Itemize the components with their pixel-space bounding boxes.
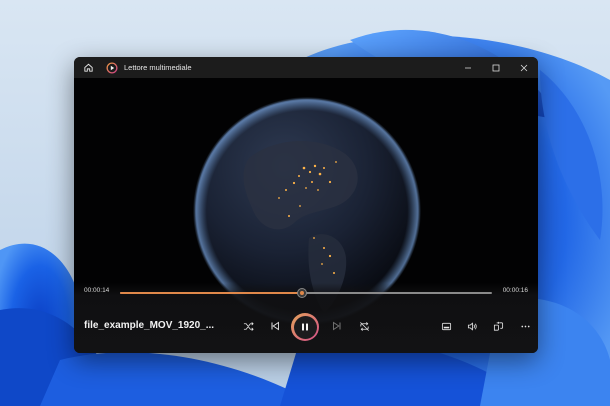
home-button[interactable]: [79, 59, 97, 77]
seek-bar[interactable]: [120, 288, 492, 298]
previous-button[interactable]: [267, 318, 283, 334]
next-icon: [333, 321, 341, 331]
miniplayer-icon: [441, 322, 451, 330]
close-button[interactable]: [510, 57, 538, 78]
home-icon: [83, 63, 93, 72]
more-options-icon: [520, 325, 530, 327]
repeat-off-icon: [359, 321, 369, 331]
title-bar: Lettore multimediale: [74, 57, 538, 78]
maximize-button[interactable]: [482, 57, 510, 78]
maximize-icon: [492, 64, 500, 71]
window-controls: [454, 57, 538, 78]
next-button[interactable]: [329, 318, 345, 334]
play-pause-button[interactable]: [291, 313, 319, 341]
seek-bar-thumb[interactable]: [297, 288, 308, 298]
seek-bar-progress: [120, 292, 303, 294]
shuffle-icon: [243, 321, 254, 331]
total-time: 00:00:16: [502, 287, 528, 294]
current-time: 00:00:14: [84, 287, 110, 294]
media-player-icon: [106, 62, 118, 73]
more-options-button[interactable]: [517, 318, 533, 334]
pause-icon: [302, 323, 308, 331]
play-pause-inner: [293, 315, 317, 339]
shuffle-button[interactable]: [240, 318, 256, 334]
playback-controls: 00:00:14 00:00:16 file_example_MOV_1920_…: [74, 283, 538, 353]
cast-button[interactable]: [490, 318, 506, 334]
file-name: file_example_MOV_1920_...: [84, 320, 215, 331]
volume-button[interactable]: [464, 318, 480, 334]
volume-icon: [467, 321, 477, 331]
minimize-button[interactable]: [454, 57, 482, 78]
repeat-button[interactable]: [356, 318, 372, 334]
previous-icon: [271, 321, 279, 331]
minimize-icon: [465, 67, 471, 68]
media-player-window: Lettore multimediale 00:00:14 00:00:16 f…: [74, 57, 538, 353]
close-icon: [520, 64, 528, 71]
miniplayer-button[interactable]: [438, 318, 454, 334]
cast-icon: [493, 321, 503, 331]
window-title: Lettore multimediale: [124, 63, 192, 72]
